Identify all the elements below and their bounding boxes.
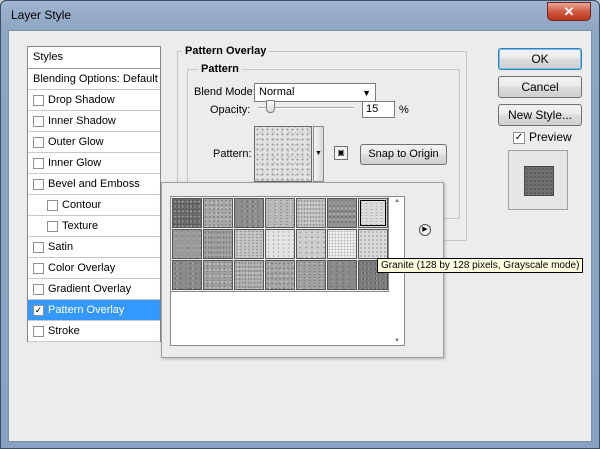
- pattern-swatch[interactable]: [265, 260, 295, 290]
- styles-list: Styles Blending Options: Default Drop Sha…: [27, 46, 161, 342]
- preview-checkbox[interactable]: ✓: [513, 132, 525, 144]
- style-preview-swatch: [524, 166, 554, 196]
- styles-item-label: Blending Options: Default: [33, 73, 158, 85]
- chevron-down-icon: ▼: [362, 88, 371, 98]
- style-checkbox[interactable]: [33, 137, 44, 148]
- styles-item-label: Inner Glow: [48, 157, 102, 169]
- style-checkbox[interactable]: [33, 284, 44, 295]
- styles-item-label: Stroke: [48, 325, 80, 337]
- styles-item[interactable]: Gradient Overlay: [28, 279, 160, 300]
- style-checkbox[interactable]: [33, 242, 44, 253]
- pattern-swatch[interactable]: [265, 229, 295, 259]
- style-checkbox[interactable]: [33, 95, 44, 106]
- pattern-swatch-grid: [170, 196, 389, 292]
- blend-mode-value: Normal: [259, 86, 295, 98]
- pattern-swatch[interactable]: [327, 229, 357, 259]
- pattern-swatch[interactable]: [234, 260, 264, 290]
- style-checkbox[interactable]: [33, 326, 44, 337]
- new-pattern-preset-button[interactable]: ▣: [334, 146, 348, 160]
- pattern-dropdown-button[interactable]: ▼: [313, 126, 324, 182]
- blend-mode-label: Blend Mode:: [194, 86, 256, 98]
- pattern-swatch[interactable]: [203, 229, 233, 259]
- styles-item-label: Drop Shadow: [48, 94, 115, 106]
- styles-item-label: Color Overlay: [48, 262, 116, 274]
- new-style-button[interactable]: New Style...: [498, 104, 582, 126]
- style-preview: [508, 150, 568, 210]
- styles-item[interactable]: Contour: [28, 195, 160, 216]
- pattern-swatch[interactable]: [327, 198, 357, 228]
- ok-button[interactable]: OK: [498, 48, 582, 70]
- pattern-tooltip: Granite (128 by 128 pixels, Grayscale mo…: [377, 258, 584, 273]
- close-button[interactable]: ✕: [547, 2, 591, 21]
- styles-item-label: Outer Glow: [48, 136, 104, 148]
- styles-item[interactable]: Color Overlay: [28, 258, 160, 279]
- new-preset-icon: ▣: [337, 148, 345, 157]
- pattern-swatch[interactable]: [265, 198, 295, 228]
- pattern-swatch[interactable]: [327, 260, 357, 290]
- cancel-button[interactable]: Cancel: [498, 76, 582, 98]
- dialog-body: Styles Blending Options: Default Drop Sha…: [8, 30, 592, 442]
- pattern-swatch[interactable]: [296, 198, 326, 228]
- styles-item-label: Inner Shadow: [48, 115, 116, 127]
- pattern-swatch[interactable]: [358, 229, 388, 259]
- styles-item[interactable]: Bevel and Emboss: [28, 174, 160, 195]
- pattern-label: Pattern:: [213, 148, 252, 160]
- styles-item[interactable]: Inner Glow: [28, 153, 160, 174]
- pattern-swatch[interactable]: [172, 198, 202, 228]
- styles-item-label: Texture: [62, 220, 99, 232]
- style-checkbox[interactable]: ✓: [33, 305, 44, 316]
- pattern-swatch[interactable]: [172, 229, 202, 259]
- preview-label: Preview: [529, 130, 572, 144]
- styles-item[interactable]: Drop Shadow: [28, 90, 160, 111]
- opacity-unit: %: [399, 104, 409, 116]
- window-title: Layer Style: [11, 8, 72, 22]
- style-checkbox[interactable]: [33, 158, 44, 169]
- chevron-down-icon: ▼: [315, 150, 322, 157]
- checkmark-icon: ✓: [514, 132, 524, 143]
- play-arrow-icon: ▶: [422, 226, 428, 233]
- styles-item-label: Gradient Overlay: [48, 283, 132, 295]
- opacity-label: Opacity:: [210, 104, 251, 116]
- pattern-swatch[interactable]: [358, 198, 388, 228]
- opacity-slider-thumb[interactable]: [266, 100, 275, 113]
- styles-item[interactable]: Texture: [28, 216, 160, 237]
- styles-item-label: Contour: [62, 199, 102, 211]
- pattern-swatch[interactable]: [203, 260, 233, 290]
- styles-item-label: Satin: [48, 241, 74, 253]
- styles-item-label: Bevel and Emboss: [48, 178, 140, 190]
- scroll-down-icon[interactable]: ▼: [394, 338, 400, 344]
- pattern-swatch[interactable]: [203, 198, 233, 228]
- styles-item-label: Pattern Overlay: [48, 304, 125, 316]
- styles-item[interactable]: Inner Shadow: [28, 111, 160, 132]
- layer-style-dialog: Layer Style ✕ Styles Blending Options: D…: [0, 0, 600, 449]
- pattern-swatch[interactable]: [296, 229, 326, 259]
- styles-item[interactable]: Blending Options: Default: [28, 69, 160, 90]
- pattern-overlay-title: Pattern Overlay: [182, 45, 270, 57]
- style-checkbox[interactable]: [33, 263, 44, 274]
- pattern-group-title: Pattern: [198, 63, 242, 75]
- styles-item[interactable]: Stroke: [28, 321, 160, 342]
- style-checkbox[interactable]: [47, 221, 58, 232]
- opacity-input[interactable]: 15: [362, 101, 395, 118]
- snap-to-origin-button[interactable]: Snap to Origin: [360, 144, 447, 165]
- style-checkbox[interactable]: [33, 116, 44, 127]
- pattern-thumbnail[interactable]: [254, 126, 312, 182]
- style-checkbox[interactable]: [33, 179, 44, 190]
- styles-header[interactable]: Styles: [28, 47, 160, 69]
- picker-menu-button[interactable]: ▶: [419, 224, 431, 236]
- styles-item[interactable]: Satin: [28, 237, 160, 258]
- pattern-swatch[interactable]: [296, 260, 326, 290]
- pattern-swatch[interactable]: [234, 229, 264, 259]
- styles-item[interactable]: ✓ Pattern Overlay: [28, 300, 160, 321]
- styles-item[interactable]: Outer Glow: [28, 132, 160, 153]
- pattern-swatch[interactable]: [172, 260, 202, 290]
- pattern-swatch[interactable]: [234, 198, 264, 228]
- style-checkbox[interactable]: [47, 200, 58, 211]
- title-bar[interactable]: Layer Style ✕: [1, 1, 599, 29]
- scroll-up-icon[interactable]: ▲: [394, 198, 400, 204]
